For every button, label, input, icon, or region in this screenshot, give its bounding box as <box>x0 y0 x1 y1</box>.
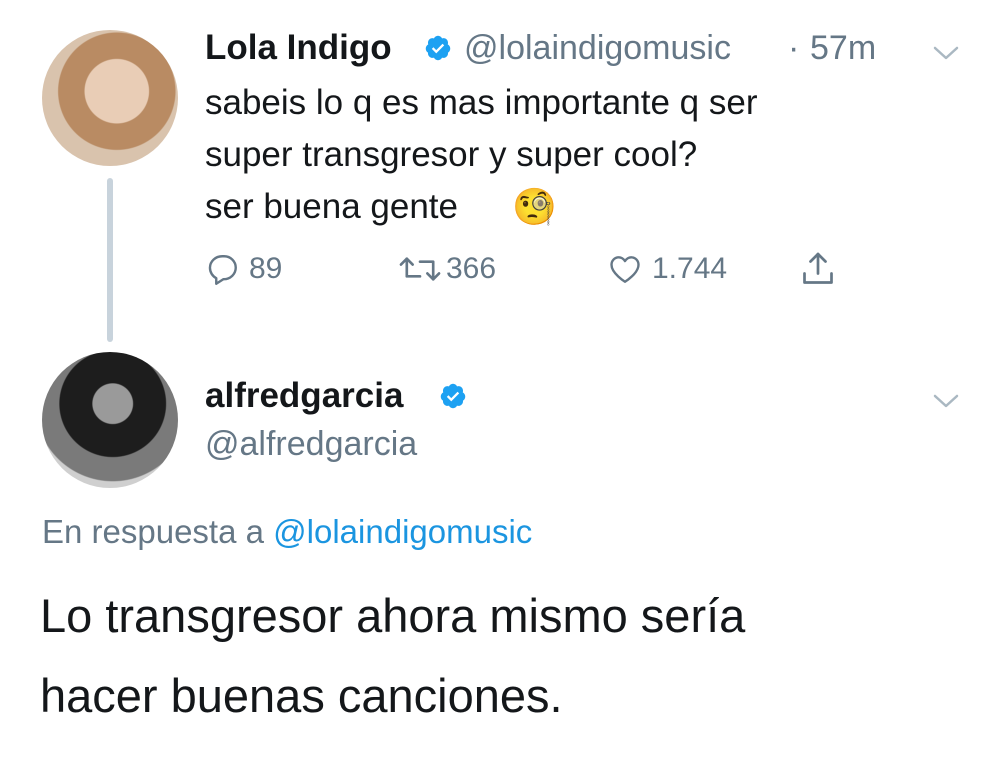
tweet-text-line-1: sabeis lo q es mas importante q ser <box>205 83 758 122</box>
tweet-timestamp[interactable]: 57m <box>810 28 876 68</box>
tweet-text-line-2: super transgresor y super cool? <box>205 135 698 174</box>
chevron-down-icon[interactable] <box>932 44 960 62</box>
reply-context-prefix: En respuesta a <box>42 513 264 550</box>
reply-count: 89 <box>249 252 283 285</box>
reply-author-handle[interactable]: @alfredgarcia <box>205 424 417 464</box>
avatar-alfredgarcia[interactable] <box>42 352 178 488</box>
reply-action[interactable]: 89 <box>205 246 282 292</box>
heart-icon <box>610 256 640 283</box>
tweet-separator: · <box>788 29 800 67</box>
tweet-author-name[interactable]: Lola Indigo <box>205 28 392 68</box>
share-icon <box>803 252 833 284</box>
like-count: 1.744 <box>652 252 728 285</box>
monocle-emoji: 🧐 <box>512 186 557 227</box>
retweet-icon <box>399 257 441 281</box>
thread-connector-line <box>107 178 113 342</box>
reply-context: En respuesta a @lolaindigomusic <box>42 510 532 554</box>
reply-text-line-1: Lo transgresor ahora mismo sería <box>40 589 746 642</box>
reply-text-line-2: hacer buenas canciones. <box>40 669 563 722</box>
reply-icon <box>208 255 237 285</box>
tweet-text-line-3: ser buena gente <box>205 187 458 226</box>
retweet-count: 366 <box>446 252 497 285</box>
like-action[interactable]: 1.744 <box>606 246 727 292</box>
reply-author-name[interactable]: alfredgarcia <box>205 376 403 416</box>
verified-badge-icon <box>440 383 466 409</box>
share-action[interactable] <box>800 246 836 292</box>
tweet-author-handle[interactable]: @lolaindigomusic <box>464 28 731 68</box>
retweet-action[interactable]: 366 <box>398 246 496 292</box>
verified-badge-icon <box>425 35 451 61</box>
avatar-lola-indigo[interactable] <box>42 30 178 166</box>
chevron-down-icon[interactable] <box>932 392 960 410</box>
reply-mention-link[interactable]: @lolaindigomusic <box>273 513 532 550</box>
